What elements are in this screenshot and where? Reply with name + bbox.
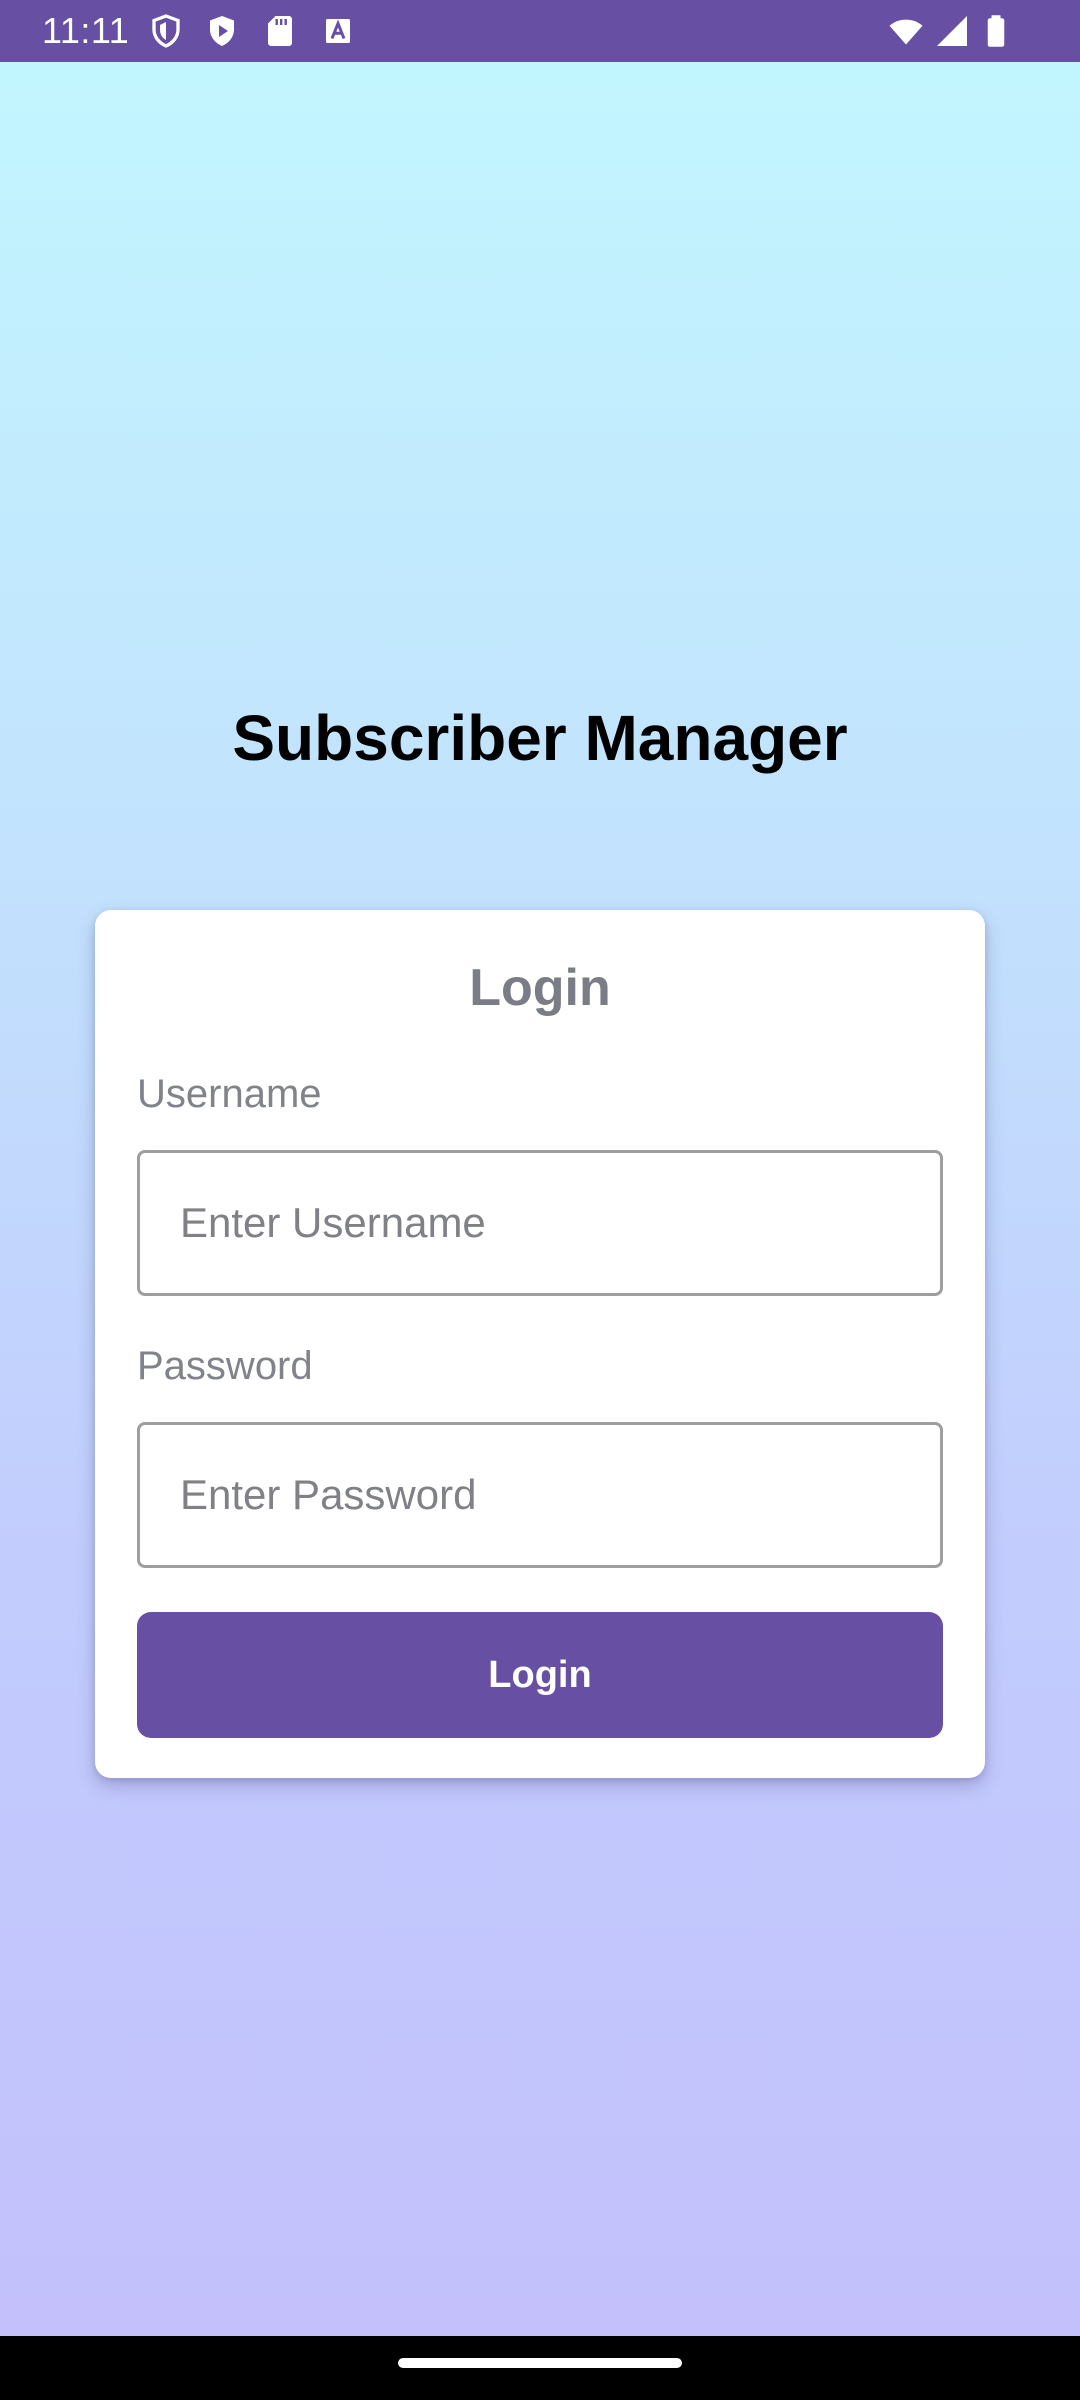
wifi-icon — [888, 13, 924, 49]
home-gesture-handle[interactable] — [398, 2358, 682, 2368]
password-label: Password — [137, 1344, 313, 1388]
password-input[interactable] — [137, 1422, 943, 1568]
sd-card-icon — [262, 13, 298, 49]
status-bar: 11:11 — [0, 0, 1080, 62]
play-protect-icon — [204, 13, 240, 49]
shield-icon — [148, 13, 184, 49]
username-label: Username — [137, 1072, 322, 1116]
cell-signal-icon — [934, 13, 970, 49]
app-title: Subscriber Manager — [232, 702, 848, 774]
keyboard-a-icon — [320, 13, 356, 49]
login-card: Login Username Password Login — [95, 910, 985, 1778]
status-time: 11:11 — [42, 10, 130, 51]
main-content: Subscriber Manager Login Username Passwo… — [0, 62, 1080, 2336]
login-card-title: Login — [469, 959, 611, 1017]
login-button[interactable]: Login — [137, 1612, 943, 1738]
battery-icon — [978, 13, 1014, 49]
navigation-bar — [0, 2336, 1080, 2400]
username-input[interactable] — [137, 1150, 943, 1296]
screen: 11:11 Subscriber Manager Login Username — [0, 0, 1080, 2400]
